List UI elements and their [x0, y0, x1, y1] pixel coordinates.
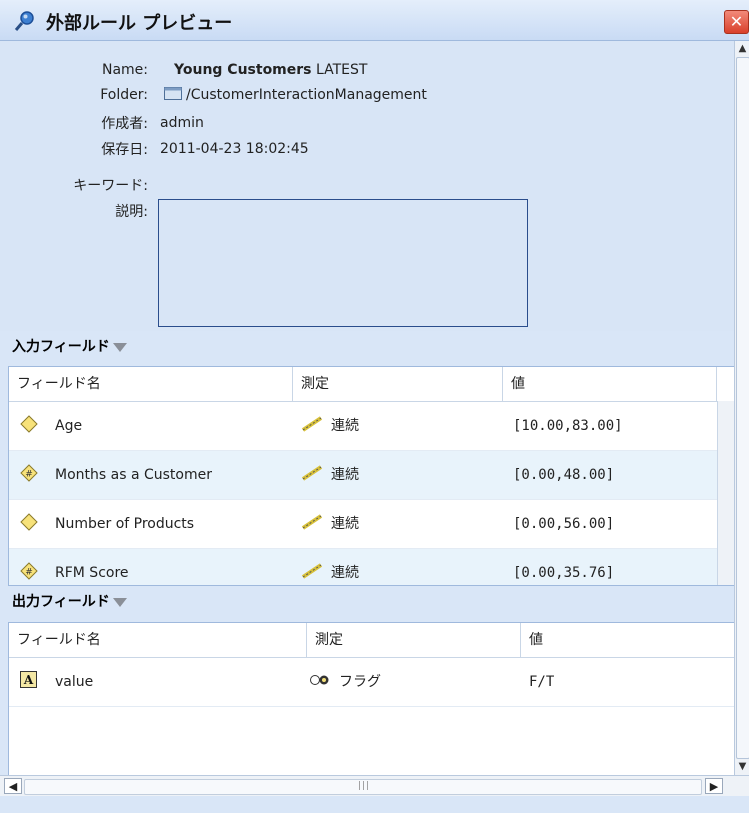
rule-version: LATEST [315, 62, 368, 78]
rule-preview-window: 外部ルール プレビュー ✕ Name: Young Customers LATE… [0, 0, 749, 813]
column-header-field-name[interactable]: フィールド名 [9, 367, 293, 401]
ruler-icon [301, 514, 323, 530]
field-value: [0.00,35.76] [513, 565, 615, 581]
table-row[interactable]: # RFM Score 連続 [0.00,35.76] [9, 549, 735, 585]
input-table-header: フィールド名 測定 値 [9, 367, 735, 402]
field-value: [0.00,48.00] [513, 467, 615, 483]
saved-date-value: 2011-04-23 18:02:45 [160, 141, 309, 157]
string-field-icon: A [20, 671, 37, 688]
window-bottom-edge [0, 796, 749, 813]
collapse-triangle-icon[interactable] [112, 598, 127, 607]
field-name: Months as a Customer [55, 467, 212, 483]
author-label: 作成者: [101, 116, 148, 132]
field-name: RFM Score [55, 565, 129, 581]
hash-diamond-field-icon: # [20, 562, 38, 580]
scroll-thumb[interactable] [736, 57, 749, 759]
magnifier-rule-icon [14, 11, 34, 31]
input-table-scrollbar[interactable] [717, 401, 735, 585]
flag-icon [310, 675, 329, 685]
field-name: Number of Products [55, 516, 195, 532]
field-name: Age [55, 418, 83, 434]
title-bar: 外部ルール プレビュー ✕ [0, 0, 749, 41]
author-value: admin [160, 115, 204, 131]
keywords-label: キーワード: [73, 178, 148, 194]
output-table-header: フィールド名 測定 値 [9, 623, 735, 658]
main-horizontal-scrollbar[interactable]: ◀ ||| ▶ [0, 775, 749, 796]
column-header-field-name[interactable]: フィールド名 [9, 623, 307, 657]
main-vertical-scrollbar[interactable]: ▲ ▼ [734, 41, 749, 775]
close-button[interactable]: ✕ [724, 10, 749, 34]
window-title: 外部ルール プレビュー [46, 13, 233, 34]
close-icon: ✕ [729, 12, 744, 31]
column-header-measure[interactable]: 測定 [293, 367, 503, 401]
description-label: 説明: [115, 204, 148, 220]
diamond-field-icon [20, 513, 38, 531]
measure-label: フラグ [339, 674, 381, 690]
field-measure: 連続 [301, 451, 359, 499]
output-fields-header[interactable]: 出力フィールド [0, 587, 734, 617]
column-header-measure[interactable]: 測定 [307, 623, 521, 657]
ruler-icon [301, 465, 323, 481]
diamond-field-icon [20, 415, 38, 433]
table-row[interactable]: Age 連続 [10.00,83.00] [9, 402, 735, 451]
collapse-triangle-icon[interactable] [112, 343, 127, 352]
rule-info-panel: Name: Young Customers LATEST Folder: /Cu… [0, 41, 734, 331]
description-box[interactable] [158, 199, 528, 327]
svg-text:A: A [23, 673, 34, 687]
ruler-icon [301, 563, 323, 579]
table-row[interactable]: Number of Products 連続 [0.00,56.00] [9, 500, 735, 549]
scroll-up-icon[interactable]: ▲ [735, 41, 749, 56]
field-name: value [55, 674, 94, 690]
field-value: [0.00,56.00] [513, 516, 615, 532]
column-header-value[interactable]: 値 [521, 623, 735, 657]
column-header-value[interactable]: 値 [503, 367, 717, 401]
field-measure: 連続 [301, 500, 359, 548]
scroll-right-icon[interactable]: ▶ [705, 778, 723, 794]
field-value: F/T [529, 674, 555, 690]
field-measure: フラグ [309, 658, 381, 706]
saved-date-label: 保存日: [101, 142, 148, 158]
input-fields-title: 入力フィールド [12, 339, 110, 355]
folder-icon [164, 87, 182, 100]
folder-label: Folder: [100, 87, 148, 103]
output-fields-title: 出力フィールド [12, 594, 110, 610]
field-measure: 連続 [301, 549, 359, 585]
input-fields-table: フィールド名 測定 値 Age 連続 [10.00,83.00] # Month… [8, 366, 736, 586]
svg-text:#: # [25, 470, 33, 480]
name-label: Name: [101, 62, 148, 78]
folder-path: /CustomerInteractionManagement [186, 87, 427, 103]
hash-diamond-field-icon: # [20, 464, 38, 482]
measure-label: 連続 [331, 565, 359, 581]
rule-name: Young Customers [174, 62, 312, 78]
table-row[interactable]: A value フラグ F/T [9, 658, 735, 707]
scroll-down-icon[interactable]: ▼ [735, 759, 749, 774]
measure-label: 連続 [331, 467, 359, 483]
output-fields-table: フィールド名 測定 値 A value フラグ F/T [8, 622, 736, 777]
field-measure: 連続 [301, 402, 359, 450]
measure-label: 連続 [331, 516, 359, 532]
table-row[interactable]: # Months as a Customer 連続 [0.00,48.00] [9, 451, 735, 500]
name-value: Young Customers LATEST [174, 62, 367, 78]
field-value: [10.00,83.00] [513, 418, 623, 434]
folder-value: /CustomerInteractionManagement [164, 87, 427, 103]
svg-text:#: # [25, 568, 33, 578]
grip-icon: ||| [358, 781, 371, 791]
measure-label: 連続 [331, 418, 359, 434]
scroll-left-icon[interactable]: ◀ [4, 778, 22, 794]
ruler-icon [301, 416, 323, 432]
input-fields-header[interactable]: 入力フィールド [0, 332, 734, 362]
